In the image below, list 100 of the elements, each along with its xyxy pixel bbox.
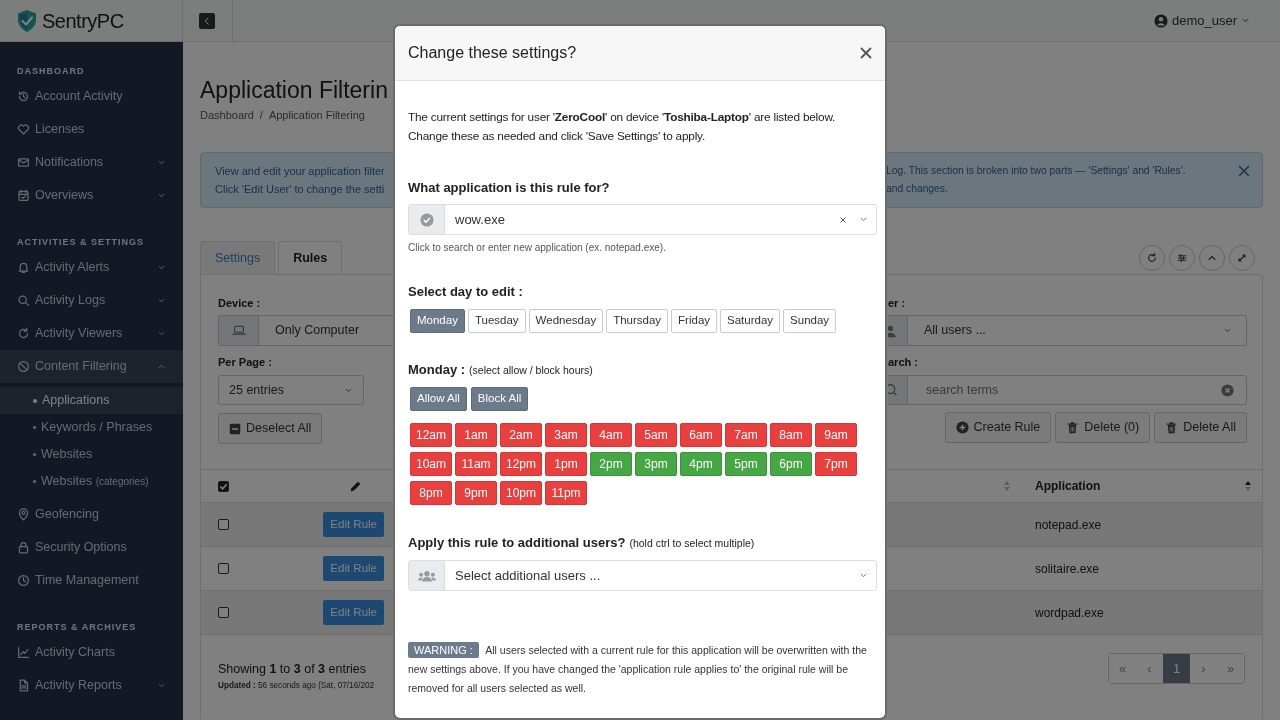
alert-text: Log. This section is broken into two parts — 'Settings' and 'Rules'. and changes. (886, 164, 1186, 196)
user-menu[interactable]: demo_user (1171, 10, 1237, 31)
create-rule-button[interactable]: Create Rule (944, 412, 1052, 443)
page-title: Application Filterin (200, 76, 389, 105)
users-select[interactable]: Select additional users ... (408, 560, 877, 591)
heart-icon (17, 123, 30, 136)
hour-toggle[interactable]: 8pm (410, 481, 452, 505)
delete-all-button[interactable]: Delete All (1154, 412, 1247, 443)
question-label: Apply this rule to additional users? (408, 535, 626, 550)
hour-toggle[interactable]: 1am (455, 423, 497, 447)
deselect-all-button[interactable]: Deselect All (218, 413, 323, 444)
sidebar-label: Activity Charts (35, 644, 115, 662)
sidebar-item[interactable]: Geofencing (0, 498, 183, 531)
check-circle-icon (419, 212, 434, 227)
clear-icon[interactable] (839, 215, 847, 224)
block-all-button[interactable]: Block All (470, 387, 529, 411)
day-button[interactable]: Saturday (720, 309, 781, 333)
sidebar-subitem[interactable]: Applications (0, 387, 183, 414)
help-text: Click to search or enter new application (ex. notepad.exe). (408, 241, 667, 255)
hour-toggle[interactable]: 9pm (455, 481, 497, 505)
day-button[interactable]: Thursday (606, 309, 669, 333)
checkbox[interactable] (218, 519, 229, 530)
per-page-select[interactable]: 25 entries (218, 375, 364, 405)
hour-toggle[interactable]: 10pm (500, 481, 542, 505)
application-select[interactable]: wow.exe (408, 204, 877, 235)
hour-toggle[interactable]: 2am (500, 423, 542, 447)
sidebar-item[interactable]: Content Filtering (0, 350, 183, 383)
edit-rule-button[interactable]: Edit Rule (323, 556, 384, 581)
hour-toggle[interactable]: 7am (725, 423, 767, 447)
entries-summary: Showing 1 to 3 of 3 entries (218, 661, 368, 678)
sidebar-item[interactable]: Licenses (0, 113, 183, 146)
sidebar-item[interactable]: Activity Logs (0, 284, 183, 317)
sidebar-item[interactable]: Time Management (0, 564, 183, 597)
search-icon (888, 383, 898, 397)
sidebar-subitem[interactable]: Websites (categories) (0, 468, 183, 495)
hour-toggle[interactable]: 12pm (500, 452, 542, 476)
hour-toggle[interactable]: 11am (455, 452, 497, 476)
hour-toggle[interactable]: 4pm (680, 452, 722, 476)
tab[interactable]: Rules (278, 241, 343, 274)
day-button[interactable]: Wednesday (528, 309, 604, 333)
day-button[interactable]: Friday (671, 309, 718, 333)
search-field[interactable]: search terms (888, 375, 1247, 405)
hour-toggle[interactable]: 12am (410, 423, 452, 447)
sidebar-item[interactable]: Activity Charts (0, 636, 183, 669)
breadcrumb-link[interactable]: Dashboard (200, 107, 254, 123)
day-button[interactable]: Sunday (783, 309, 837, 333)
device-select[interactable]: Only Computer (218, 315, 394, 346)
bullet-icon (33, 453, 36, 456)
allow-all-button[interactable]: Allow All (410, 387, 467, 411)
close-button[interactable] (860, 47, 872, 59)
settings-button[interactable] (1169, 244, 1195, 271)
hour-toggle[interactable]: 11pm (545, 481, 587, 505)
sidebar-subitem[interactable]: Websites (0, 441, 183, 468)
sidebar-item[interactable]: Account Activity (0, 80, 183, 113)
hour-toggle[interactable]: 3am (545, 423, 587, 447)
section-heading: REPORTS & ARCHIVES (16, 621, 138, 634)
hour-toggle[interactable]: 8am (770, 423, 812, 447)
checkbox[interactable] (218, 480, 229, 492)
column-header[interactable]: Application (1035, 477, 1101, 495)
user-select[interactable]: All users ... (888, 315, 1247, 346)
checkbox[interactable] (218, 607, 229, 618)
intro-text: The current settings for user 'ZeroCool' on device 'Toshiba-Laptop' are listed below. Change these as needed and click 'Save Settings' to apply. (408, 109, 837, 145)
sidebar-label: Security Options (35, 539, 127, 557)
sidebar-item[interactable]: Notifications (0, 146, 183, 179)
envelope-icon (17, 156, 30, 169)
sidebar-item[interactable]: Activity Reports (0, 669, 183, 702)
sidebar-item[interactable]: Activity Viewers (0, 317, 183, 350)
sidebar-item[interactable]: Activity Alerts (0, 251, 183, 284)
sidebar-subitem[interactable]: Keywords / Phrases (0, 414, 183, 441)
hour-toggle[interactable]: 10am (410, 452, 452, 476)
day-button[interactable]: Tuesday (467, 309, 526, 333)
sidebar-toggle-button[interactable] (199, 12, 215, 29)
hour-toggle[interactable]: 1pm (545, 452, 587, 476)
hour-toggle[interactable]: 5am (635, 423, 677, 447)
clock-icon (17, 574, 30, 587)
search-input[interactable]: search terms (924, 379, 1221, 401)
checkbox[interactable] (218, 563, 229, 574)
hour-toggle[interactable]: 9am (815, 423, 857, 447)
hour-toggle[interactable]: 4am (590, 423, 632, 447)
hour-toggle[interactable]: 3pm (635, 452, 677, 476)
close-icon[interactable] (1238, 165, 1250, 177)
fullscreen-icon (1236, 251, 1248, 264)
laptop-icon (230, 323, 247, 338)
edit-rule-button[interactable]: Edit Rule (323, 600, 384, 625)
sidebar-item[interactable]: Overviews (0, 179, 183, 212)
delete-selected-button[interactable]: Delete (0) (1055, 412, 1151, 443)
calendar-icon (17, 189, 30, 202)
day-heading: Monday : (408, 362, 466, 377)
bullet-icon (33, 398, 37, 403)
hour-toggle[interactable]: 6am (680, 423, 722, 447)
tab[interactable]: Settings (200, 241, 276, 274)
refresh-button[interactable] (1139, 244, 1165, 271)
hour-toggle[interactable]: 7pm (815, 452, 857, 476)
hour-toggle[interactable]: 2pm (590, 452, 632, 476)
hour-toggle[interactable]: 5pm (725, 452, 767, 476)
sidebar-item[interactable]: Security Options (0, 531, 183, 564)
edit-rule-button[interactable]: Edit Rule (323, 512, 384, 537)
hour-toggle[interactable]: 6pm (770, 452, 812, 476)
page-button[interactable]: 1 (1163, 654, 1190, 683)
day-button[interactable]: Monday (410, 309, 465, 333)
